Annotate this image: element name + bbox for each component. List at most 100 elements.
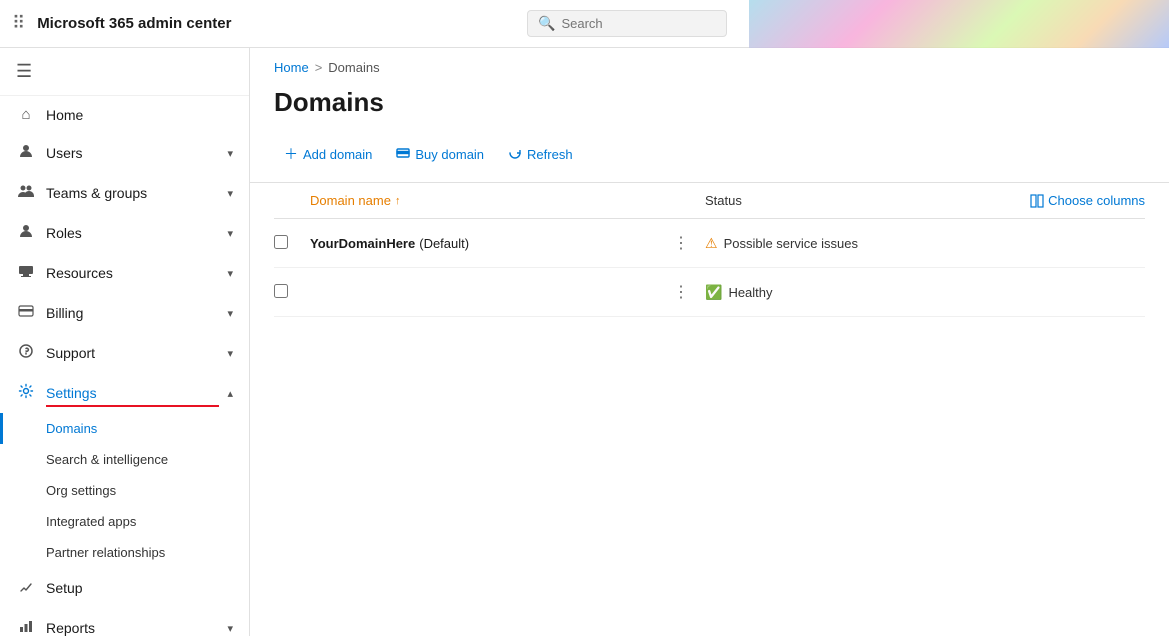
settings-icon	[16, 383, 36, 403]
chevron-down-icon: ▾	[227, 227, 233, 240]
chevron-down-icon: ▾	[227, 347, 233, 360]
buy-domain-label: Buy domain	[415, 147, 484, 162]
table-row: YourDomainHere (Default) ⋮ ⚠ Possible se…	[274, 219, 1145, 268]
row-more-options[interactable]: ⋮	[673, 233, 697, 253]
warning-icon: ⚠	[705, 235, 718, 252]
sidebar: ☰ ⌂ Home Users ▾ Teams & groups ▾	[0, 48, 250, 636]
layout: ☰ ⌂ Home Users ▾ Teams & groups ▾	[0, 48, 1169, 636]
main-content: Home > Domains Domains ＋ Add domain Buy …	[250, 48, 1169, 636]
table-row: ⋮ ✅ Healthy	[274, 268, 1145, 317]
choose-columns-label: Choose columns	[1048, 193, 1145, 208]
sidebar-item-users[interactable]: Users ▾	[0, 133, 249, 173]
topbar-banner	[749, 0, 1169, 48]
sidebar-subitem-label: Org settings	[46, 483, 116, 498]
sidebar-item-label: Users	[46, 145, 217, 161]
chevron-down-icon: ▾	[227, 147, 233, 160]
sidebar-item-label: Billing	[46, 305, 217, 321]
sidebar-subitem-integrated[interactable]: Integrated apps	[0, 506, 249, 537]
sidebar-item-roles[interactable]: Roles ▾	[0, 213, 249, 253]
search-icon: 🔍	[538, 15, 555, 32]
chevron-down-icon: ▾	[227, 187, 233, 200]
topbar: ⠿ Microsoft 365 admin center 🔍	[0, 0, 1169, 48]
search-box[interactable]: 🔍	[527, 10, 727, 37]
table-header: Domain name ↑ Status Choose columns	[274, 183, 1145, 219]
users-icon	[16, 143, 36, 163]
header-status-col: Status	[705, 193, 985, 208]
sidebar-item-teams[interactable]: Teams & groups ▾	[0, 173, 249, 213]
row-checkbox-col	[274, 284, 310, 301]
row-domain-cell: YourDomainHere (Default)	[310, 236, 673, 251]
sidebar-item-label: Roles	[46, 225, 217, 241]
sidebar-subitem-label: Domains	[46, 421, 97, 436]
sidebar-item-billing[interactable]: Billing ▾	[0, 293, 249, 333]
sidebar-item-support[interactable]: Support ▾	[0, 333, 249, 373]
sidebar-subitem-label: Search & intelligence	[46, 452, 168, 467]
sidebar-item-setup[interactable]: Setup	[0, 568, 249, 608]
sidebar-subitem-partner[interactable]: Partner relationships	[0, 537, 249, 568]
search-input[interactable]	[561, 16, 716, 31]
settings-underline-decoration	[46, 405, 219, 407]
chevron-up-icon: ▴	[227, 387, 233, 400]
choose-columns-button[interactable]: Choose columns	[1030, 193, 1145, 208]
buy-domain-button[interactable]: Buy domain	[386, 140, 494, 169]
chevron-down-icon: ▾	[227, 267, 233, 280]
support-icon	[16, 343, 36, 363]
breadcrumb-current: Domains	[328, 60, 379, 75]
refresh-label: Refresh	[527, 147, 573, 162]
hamburger-icon[interactable]: ☰	[16, 61, 32, 82]
page-title: Domains	[250, 75, 1169, 138]
row-checkbox-col	[274, 235, 310, 252]
refresh-icon	[508, 146, 522, 163]
row-status-cell: ✅ Healthy	[705, 284, 985, 301]
sidebar-item-label: Home	[46, 107, 233, 123]
breadcrumb-home[interactable]: Home	[274, 60, 309, 75]
sidebar-item-label: Teams & groups	[46, 185, 217, 201]
buy-icon	[396, 146, 410, 163]
breadcrumb-separator: >	[315, 60, 323, 75]
row-checkbox[interactable]	[274, 284, 288, 298]
sidebar-item-label: Setup	[46, 580, 233, 596]
toolbar: ＋ Add domain Buy domain Refresh	[250, 138, 1169, 183]
sidebar-item-reports[interactable]: Reports ▾	[0, 608, 249, 636]
add-domain-button[interactable]: ＋ Add domain	[274, 138, 382, 170]
domain-default-label: (Default)	[419, 236, 469, 251]
row-checkbox[interactable]	[274, 235, 288, 249]
billing-icon	[16, 303, 36, 323]
sidebar-item-home[interactable]: ⌂ Home	[0, 96, 249, 133]
teams-icon	[16, 183, 36, 203]
healthy-icon: ✅	[705, 284, 722, 301]
status-text: Possible service issues	[724, 236, 858, 251]
domain-col-label: Domain name	[310, 193, 391, 208]
row-more-options[interactable]: ⋮	[673, 282, 697, 302]
domain-name: YourDomainHere	[310, 236, 415, 251]
setup-icon	[16, 578, 36, 598]
app-title: Microsoft 365 admin center	[37, 15, 231, 32]
sidebar-subitem-search[interactable]: Search & intelligence	[0, 444, 249, 475]
add-icon: ＋	[284, 144, 298, 164]
sidebar-item-settings[interactable]: Settings ▴	[0, 373, 249, 413]
domains-table: Domain name ↑ Status Choose columns Yo	[250, 183, 1169, 317]
chevron-down-icon: ▾	[227, 307, 233, 320]
sidebar-subitem-org[interactable]: Org settings	[0, 475, 249, 506]
breadcrumb: Home > Domains	[250, 48, 1169, 75]
sidebar-top: ☰	[0, 48, 249, 96]
status-text: Healthy	[728, 285, 772, 300]
sidebar-item-label: Reports	[46, 620, 217, 636]
home-icon: ⌂	[16, 106, 36, 123]
chevron-down-icon: ▾	[227, 622, 233, 635]
reports-icon	[16, 618, 36, 636]
resources-icon	[16, 263, 36, 283]
sidebar-item-label: Support	[46, 345, 217, 361]
row-status-cell: ⚠ Possible service issues	[705, 235, 985, 252]
refresh-button[interactable]: Refresh	[498, 140, 583, 169]
sort-asc-icon[interactable]: ↑	[395, 195, 401, 207]
sidebar-subitem-domains[interactable]: Domains	[0, 413, 249, 444]
sidebar-subitem-label: Partner relationships	[46, 545, 165, 560]
sidebar-item-label: Resources	[46, 265, 217, 281]
header-domain-col[interactable]: Domain name ↑	[310, 193, 705, 208]
add-domain-label: Add domain	[303, 147, 372, 162]
sidebar-subitem-label: Integrated apps	[46, 514, 136, 529]
sidebar-item-resources[interactable]: Resources ▾	[0, 253, 249, 293]
waffle-icon[interactable]: ⠿	[12, 13, 25, 34]
roles-icon	[16, 223, 36, 243]
